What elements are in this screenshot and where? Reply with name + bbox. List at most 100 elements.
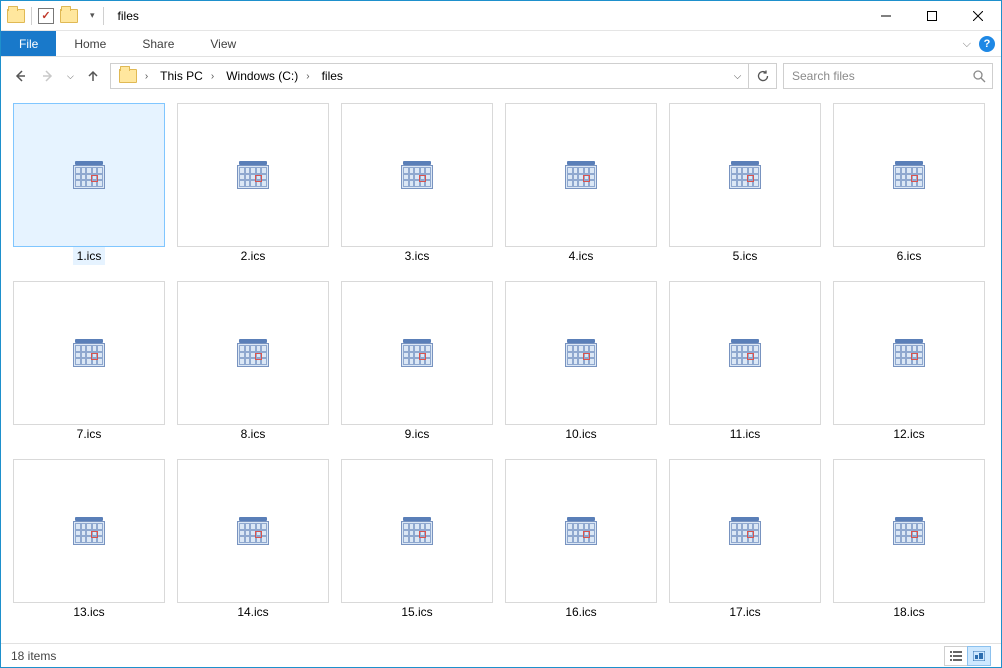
nav-forward-button[interactable] — [37, 65, 59, 87]
file-name-label: 16.ics — [561, 603, 600, 621]
breadcrumb-segment-drive[interactable]: Windows (C:) › — [222, 64, 317, 88]
file-name-label: 13.ics — [69, 603, 108, 621]
file-thumbnail — [669, 281, 821, 425]
file-thumbnail — [13, 281, 165, 425]
nav-back-button[interactable] — [9, 65, 31, 87]
file-thumbnail — [505, 103, 657, 247]
file-name-label: 5.ics — [729, 247, 762, 265]
calendar-file-icon — [893, 161, 925, 189]
calendar-file-icon — [237, 339, 269, 367]
window-controls — [863, 1, 1001, 31]
file-thumbnail — [177, 459, 329, 603]
file-name-label: 10.ics — [561, 425, 600, 443]
calendar-file-icon — [893, 517, 925, 545]
close-button[interactable] — [955, 1, 1001, 31]
qat-properties-icon[interactable]: ✓ — [38, 8, 54, 24]
qat-newfolder-icon[interactable] — [60, 9, 78, 23]
refresh-icon — [756, 69, 770, 83]
qat-separator-2 — [103, 7, 104, 25]
search-icon[interactable] — [972, 69, 986, 83]
calendar-file-icon — [893, 339, 925, 367]
file-item[interactable]: 10.ics — [505, 281, 657, 443]
address-bar[interactable]: › This PC › Windows (C:) › files ⌵ — [110, 63, 777, 89]
file-item[interactable]: 14.ics — [177, 459, 329, 621]
file-item[interactable]: 12.ics — [833, 281, 985, 443]
calendar-file-icon — [729, 517, 761, 545]
file-item[interactable]: 9.ics — [341, 281, 493, 443]
search-input[interactable] — [790, 68, 972, 84]
view-details-button[interactable] — [944, 646, 968, 666]
file-thumbnail — [833, 103, 985, 247]
file-item[interactable]: 7.ics — [13, 281, 165, 443]
breadcrumb-label: files — [322, 69, 343, 83]
file-thumbnail — [833, 459, 985, 603]
ribbon-file-tab[interactable]: File — [1, 31, 56, 56]
chevron-right-icon[interactable]: › — [207, 71, 218, 82]
details-view-icon — [950, 651, 962, 661]
file-thumbnail — [341, 281, 493, 425]
maximize-button[interactable] — [909, 1, 955, 31]
nav-recent-dropdown[interactable]: ⌵ — [65, 71, 76, 82]
help-icon[interactable]: ? — [979, 36, 995, 52]
breadcrumb-label: This PC — [160, 69, 203, 83]
status-item-count: 18 items — [11, 649, 56, 663]
ribbon-tab-home[interactable]: Home — [56, 31, 124, 56]
file-item[interactable]: 17.ics — [669, 459, 821, 621]
minimize-button[interactable] — [863, 1, 909, 31]
breadcrumb-segment-thispc[interactable]: This PC › — [156, 64, 222, 88]
file-name-label: 11.ics — [726, 425, 764, 443]
calendar-file-icon — [73, 339, 105, 367]
file-item[interactable]: 8.ics — [177, 281, 329, 443]
status-bar: 18 items — [1, 643, 1001, 667]
file-thumbnail — [13, 459, 165, 603]
file-item[interactable]: 16.ics — [505, 459, 657, 621]
file-thumbnail — [177, 103, 329, 247]
file-thumbnail — [669, 103, 821, 247]
file-item[interactable]: 4.ics — [505, 103, 657, 265]
address-history-dropdown[interactable]: ⌵ — [726, 64, 748, 88]
chevron-right-icon[interactable]: › — [141, 71, 152, 82]
app-folder-icon — [7, 9, 25, 23]
nav-up-button[interactable] — [82, 65, 104, 87]
file-item[interactable]: 1.ics — [13, 103, 165, 265]
file-name-label: 14.ics — [233, 603, 272, 621]
breadcrumb-root[interactable]: › — [115, 64, 156, 88]
calendar-file-icon — [729, 161, 761, 189]
qat-separator — [31, 7, 32, 25]
file-item[interactable]: 13.ics — [13, 459, 165, 621]
ribbon-tab-view[interactable]: View — [192, 31, 254, 56]
file-name-label: 12.ics — [889, 425, 928, 443]
file-item[interactable]: 5.ics — [669, 103, 821, 265]
file-name-label: 8.ics — [237, 425, 270, 443]
file-name-label: 6.ics — [893, 247, 926, 265]
chevron-right-icon[interactable]: › — [302, 71, 313, 82]
file-list-view[interactable]: 1.ics 2.ics 3.ics 4.ics 5.ics 6.ics 7.ics 8.ics… — [1, 95, 1001, 643]
breadcrumb-segment-current[interactable]: files — [318, 64, 347, 88]
file-name-label: 4.ics — [565, 247, 598, 265]
qat-customize-dropdown[interactable]: ▾ — [84, 10, 97, 21]
explorer-window: ✓ ▾ files File Home Share View ⌵ ? — [0, 0, 1002, 668]
view-mode-buttons — [945, 646, 991, 666]
calendar-file-icon — [401, 161, 433, 189]
file-item[interactable]: 18.ics — [833, 459, 985, 621]
close-icon — [973, 11, 983, 21]
arrow-up-icon — [86, 69, 100, 83]
calendar-file-icon — [237, 161, 269, 189]
ribbon: File Home Share View ⌵ ? — [1, 31, 1001, 57]
refresh-button[interactable] — [748, 64, 776, 88]
file-name-label: 18.ics — [889, 603, 928, 621]
file-name-label: 2.ics — [237, 247, 270, 265]
search-box[interactable] — [783, 63, 993, 89]
file-item[interactable]: 11.ics — [669, 281, 821, 443]
calendar-file-icon — [401, 339, 433, 367]
file-thumbnail — [13, 103, 165, 247]
ribbon-tab-share[interactable]: Share — [124, 31, 192, 56]
ribbon-collapse-chevron-icon[interactable]: ⌵ — [963, 38, 971, 51]
file-item[interactable]: 2.ics — [177, 103, 329, 265]
file-item[interactable]: 6.ics — [833, 103, 985, 265]
file-item[interactable]: 15.ics — [341, 459, 493, 621]
file-thumbnail — [341, 459, 493, 603]
file-item[interactable]: 3.ics — [341, 103, 493, 265]
view-thumbnails-button[interactable] — [967, 646, 991, 666]
file-thumbnail — [669, 459, 821, 603]
